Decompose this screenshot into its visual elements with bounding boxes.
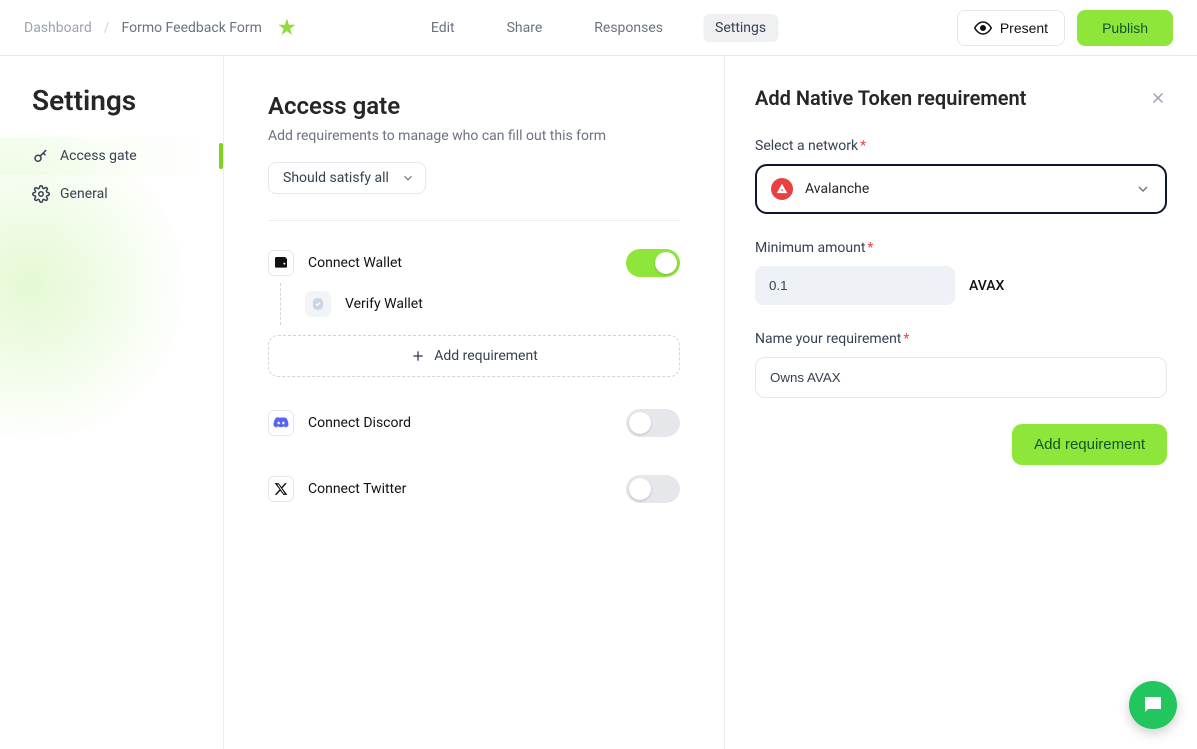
sidebar-item-label: Access gate	[60, 148, 137, 164]
page-title: Access gate	[268, 92, 680, 120]
row-label: Connect Discord	[308, 415, 612, 431]
publish-button[interactable]: Publish	[1077, 10, 1173, 46]
toggle-wallet[interactable]	[626, 249, 680, 277]
minimum-amount-input[interactable]	[755, 266, 955, 305]
sidebar-item-access-gate[interactable]: Access gate	[0, 137, 223, 175]
main-tabs: Edit Share Responses Settings	[419, 14, 778, 42]
verify-badge-icon	[305, 291, 331, 317]
network-select[interactable]: Avalanche	[755, 164, 1167, 214]
panel-footer: Add requirement	[755, 424, 1167, 465]
requirement-name-input[interactable]	[755, 357, 1167, 398]
toggle-discord[interactable]	[626, 409, 680, 437]
network-value: Avalanche	[805, 181, 869, 197]
row-connect-discord: Connect Discord	[268, 403, 680, 443]
divider	[268, 220, 680, 221]
row-connect-twitter: Connect Twitter	[268, 469, 680, 509]
breadcrumb-separator: /	[104, 20, 110, 36]
topbar-actions: Present Publish	[957, 10, 1173, 46]
gear-icon	[32, 185, 50, 203]
intercom-launcher[interactable]	[1129, 681, 1177, 729]
tab-edit[interactable]: Edit	[419, 14, 467, 42]
add-requirement-label: Add requirement	[434, 348, 538, 364]
panel-header: Add Native Token requirement	[755, 86, 1167, 110]
right-panel: Add Native Token requirement Select a ne…	[725, 56, 1197, 749]
present-button[interactable]: Present	[957, 10, 1065, 46]
sidebar-title: Settings	[0, 84, 223, 137]
row-label: Verify Wallet	[345, 296, 680, 312]
close-icon	[1149, 89, 1167, 107]
breadcrumb-current: Formo Feedback Form	[122, 20, 262, 36]
sidebar: Settings Access gate General	[0, 56, 224, 749]
field-minimum: Minimum amount* AVAX	[755, 240, 1167, 305]
row-label: Connect Twitter	[308, 481, 612, 497]
minimum-label: Minimum amount*	[755, 240, 1167, 256]
satisfy-select[interactable]: Should satisfy all	[268, 162, 426, 194]
tab-settings[interactable]: Settings	[703, 14, 778, 42]
panel-add-requirement-button[interactable]: Add requirement	[1012, 424, 1167, 465]
main-content: Access gate Add requirements to manage w…	[224, 56, 725, 749]
breadcrumb-dashboard[interactable]: Dashboard	[24, 20, 92, 36]
sidebar-item-general[interactable]: General	[0, 175, 223, 213]
tab-share[interactable]: Share	[495, 14, 555, 42]
ticker-label: AVAX	[969, 278, 1004, 294]
plus-icon	[410, 348, 426, 364]
row-label: Connect Wallet	[308, 255, 612, 271]
topbar: Dashboard / Formo Feedback Form Edit Sha…	[0, 0, 1197, 56]
avalanche-icon	[771, 178, 793, 200]
layout: Settings Access gate General Access gate…	[0, 56, 1197, 749]
page-subtitle: Add requirements to manage who can fill …	[268, 128, 680, 144]
present-label: Present	[1000, 20, 1048, 36]
panel-title: Add Native Token requirement	[755, 86, 1026, 110]
key-icon	[32, 147, 50, 165]
wallet-icon	[268, 250, 294, 276]
toggle-twitter[interactable]	[626, 475, 680, 503]
name-label: Name your requirement*	[755, 331, 1167, 347]
eye-icon	[974, 19, 992, 37]
row-connect-wallet: Connect Wallet	[268, 243, 680, 283]
chevron-down-icon	[401, 171, 415, 185]
sidebar-item-label: General	[60, 186, 108, 202]
breadcrumb: Dashboard / Formo Feedback Form	[24, 19, 296, 37]
field-name: Name your requirement*	[755, 331, 1167, 398]
discord-icon	[268, 410, 294, 436]
form-status-icon	[278, 19, 296, 37]
subrow-verify: Verify Wallet	[280, 283, 680, 325]
chat-icon	[1141, 693, 1165, 717]
close-button[interactable]	[1149, 89, 1167, 107]
satisfy-select-label: Should satisfy all	[283, 170, 389, 186]
chevron-down-icon	[1135, 181, 1151, 197]
network-label: Select a network*	[755, 138, 1167, 154]
add-requirement-button[interactable]: Add requirement	[268, 335, 680, 377]
x-twitter-icon	[268, 476, 294, 502]
tab-responses[interactable]: Responses	[582, 14, 675, 42]
field-network: Select a network* Avalanche	[755, 138, 1167, 214]
